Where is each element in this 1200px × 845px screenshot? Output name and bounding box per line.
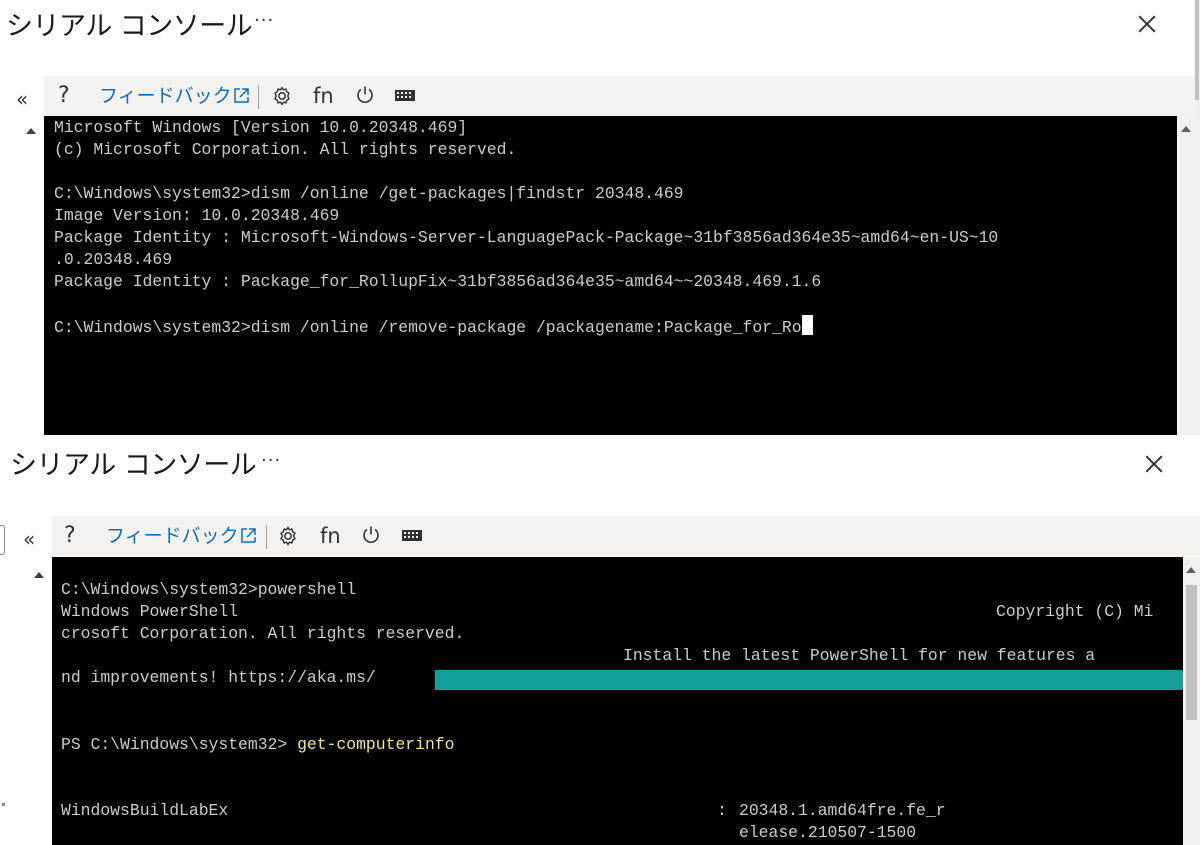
console-toolbar: ? フィードバック fn [52, 516, 1200, 556]
terminal-line: Image Version: 10.0.20348.469 [54, 206, 340, 225]
panel-title: シリアル コンソール [6, 11, 253, 42]
property-value: elease.210507-1500 [739, 823, 917, 842]
scroll-up-arrow-icon[interactable] [1181, 126, 1191, 132]
terminal-line: nd improvements! https://aka.ms/ [61, 668, 376, 687]
terminal-prompt-line: PS C:\Windows\system32> get-computerinfo [61, 734, 454, 756]
feedback-label: フィードバック [99, 85, 232, 107]
keyboard-icon[interactable] [401, 516, 423, 556]
terminal-input-line: C:\Windows\system32>dism /online /remove… [54, 315, 813, 339]
close-icon[interactable] [1135, 12, 1159, 36]
property-value: 20348.1.amd64fre.fe_r [739, 801, 946, 820]
property-name: WindowsBuildLabEx [61, 801, 229, 820]
settings-gear-icon[interactable] [277, 516, 299, 556]
terminal-scrollbar[interactable] [1177, 116, 1194, 435]
ps-prompt: PS C:\Windows\system32> [61, 735, 298, 754]
left-pane-marker [2, 803, 5, 806]
scrollbar-thumb[interactable] [1186, 585, 1197, 720]
feedback-label: フィードバック [106, 525, 239, 547]
terminal-line: Microsoft Windows [Version 10.0.20348.46… [54, 118, 468, 137]
console-toolbar: ? フィードバック fn [44, 76, 1200, 116]
terminal-screen[interactable]: Microsoft Windows [Version 10.0.20348.46… [44, 116, 1177, 435]
function-keys-button[interactable]: fn [320, 516, 341, 556]
terminal-line: C:\Windows\system32>powershell [61, 580, 357, 599]
power-icon[interactable] [361, 516, 381, 556]
terminal-line: Windows PowerShell [61, 602, 239, 621]
terminal-line: Package Identity : Package_for_RollupFix… [54, 272, 822, 291]
terminal-line: .0.20348.469 [54, 250, 173, 269]
progress-highlight-bar [435, 670, 1183, 690]
external-link-icon [233, 78, 250, 118]
left-scroll-up-icon[interactable] [26, 128, 36, 134]
window-scrollbar-track [1194, 0, 1200, 435]
ps-command: get-computerinfo [297, 735, 455, 754]
collapse-sidebar-button[interactable]: « [16, 87, 28, 111]
text-cursor [801, 315, 813, 335]
keyboard-icon[interactable] [394, 76, 416, 116]
serial-console-panel-top: シリアル コンソール ··· « ? フィードバック fn Microsoft … [0, 0, 1200, 435]
function-keys-button[interactable]: fn [313, 76, 334, 116]
toolbar-divider [258, 85, 259, 109]
property-separator: : [717, 801, 727, 820]
terminal-line: Copyright (C) Mi [996, 602, 1154, 621]
external-link-icon [240, 518, 257, 558]
terminal-screen[interactable]: C:\Windows\system32>powershell Windows P… [52, 557, 1183, 845]
terminal-line: Install the latest PowerShell for new fe… [623, 646, 1096, 665]
settings-gear-icon[interactable] [271, 76, 293, 116]
scroll-up-arrow-icon[interactable] [1186, 567, 1196, 573]
panel-title: シリアル コンソール [10, 450, 257, 481]
terminal-scrollbar[interactable] [1183, 557, 1200, 845]
terminal-line: C:\Windows\system32>dism /online /get-pa… [54, 184, 684, 203]
terminal-line: crosoft Corporation. All rights reserved… [61, 624, 465, 643]
terminal-line: C:\Windows\system32>dism /online /remove… [54, 318, 802, 337]
more-options-button[interactable]: ··· [261, 450, 281, 471]
window-scrollbar-thumb[interactable] [1195, 0, 1199, 100]
feedback-link[interactable]: フィードバック [99, 76, 250, 116]
power-icon[interactable] [355, 76, 375, 116]
feedback-link[interactable]: フィードバック [106, 516, 257, 556]
terminal-line: (c) Microsoft Corporation. All rights re… [54, 140, 517, 159]
close-icon[interactable] [1142, 452, 1166, 476]
more-options-button[interactable]: ··· [254, 10, 274, 31]
serial-console-panel-bottom: シリアル コンソール ··· « ? フィードバック fn C:\Windows… [0, 437, 1200, 845]
left-pane-edge [0, 525, 5, 555]
help-button[interactable]: ? [64, 516, 76, 556]
collapse-sidebar-button[interactable]: « [23, 527, 35, 551]
terminal-line: Package Identity : Microsoft-Windows-Ser… [54, 228, 999, 247]
help-button[interactable]: ? [58, 76, 70, 116]
toolbar-divider [266, 525, 267, 549]
left-scroll-up-icon[interactable] [34, 572, 44, 578]
